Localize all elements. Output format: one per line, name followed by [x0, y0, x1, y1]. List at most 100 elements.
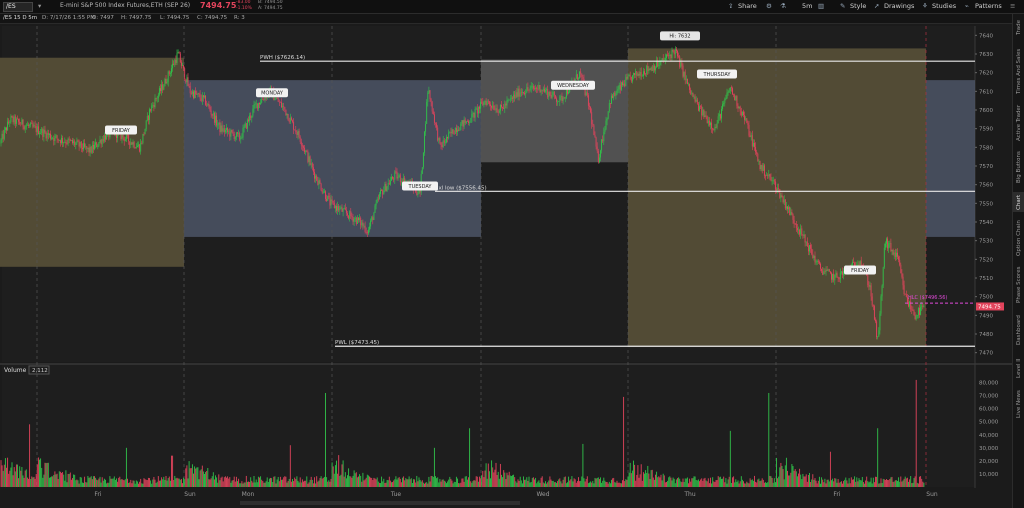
volume-bar [276, 479, 278, 487]
candle-body [821, 268, 823, 272]
candle-body [24, 125, 26, 130]
volume-bar [494, 469, 496, 487]
volume-bar [727, 479, 729, 487]
side-tab-times-and-sales[interactable]: Times And Sales [1013, 42, 1024, 100]
candle-body [689, 83, 691, 90]
volume-bar [589, 482, 590, 487]
volume-bar [605, 481, 607, 487]
candle-body [810, 245, 812, 249]
volume-bar [253, 475, 255, 487]
side-tab-trade[interactable]: Trade [1013, 16, 1024, 38]
side-tab-live-news[interactable]: Live News [1013, 386, 1024, 422]
volume-bar [424, 483, 425, 487]
volume-bar [590, 481, 592, 487]
candle-body [1, 133, 3, 140]
volume-bar [26, 477, 28, 487]
volume-bar [681, 482, 683, 487]
side-tab-dashboard[interactable]: Dashboard [1013, 310, 1024, 350]
volume-bar [106, 483, 108, 487]
candle-body [292, 120, 293, 122]
volume-bar [284, 476, 286, 487]
volume-bar [536, 483, 538, 487]
volume-bar [570, 479, 572, 487]
volume-bar [543, 483, 545, 487]
volume-bar [227, 476, 229, 487]
volume-bar [877, 428, 879, 487]
volume-bar [813, 479, 815, 487]
candle-body [209, 106, 211, 111]
candle-body [30, 122, 32, 126]
candle-body [395, 171, 397, 173]
volume-bar [913, 478, 915, 487]
candle-body [629, 75, 631, 78]
side-tab-chart[interactable]: Chart [1013, 192, 1024, 212]
volume-bar [121, 478, 123, 487]
volume-bar [476, 476, 478, 487]
volume-bar [638, 477, 640, 487]
volume-bar [519, 476, 521, 487]
candle-body [206, 104, 208, 106]
volume-bar [17, 464, 18, 487]
candle-body [766, 175, 768, 176]
candle-body [433, 114, 435, 123]
price-tick-label: 7480 [979, 332, 993, 338]
volume-bar [216, 477, 218, 487]
volume-bar [119, 476, 121, 487]
volume-bar [531, 477, 533, 487]
candle-body [345, 209, 347, 214]
candle-body [604, 129, 606, 133]
candle-body [136, 145, 138, 148]
volume-bar [525, 479, 527, 487]
volume-bar [809, 472, 810, 487]
candle-body [762, 165, 764, 171]
volume-bar [156, 481, 158, 487]
candle-body [355, 217, 357, 224]
candle-body [498, 110, 500, 113]
volume-bar [461, 478, 463, 487]
volume-bar [692, 478, 694, 487]
side-tab-big-buttons[interactable]: Big Buttons [1013, 146, 1024, 188]
volume-bar [853, 479, 854, 487]
volume-bar [331, 462, 333, 487]
candle-body [832, 273, 834, 280]
candle-body [289, 117, 291, 122]
side-tab-level-ii[interactable]: Level II [1013, 354, 1024, 382]
side-tab-active-trader[interactable]: Active Trader [1013, 104, 1024, 142]
volume-bar [694, 476, 696, 487]
volume-bar [341, 464, 343, 487]
candle-body [230, 129, 232, 137]
volume-bar [839, 481, 841, 487]
candle-body [585, 92, 587, 96]
volume-bar [919, 476, 920, 487]
volume-bar [35, 473, 37, 487]
candle-body [453, 133, 455, 135]
volume-bar [59, 471, 61, 487]
candle-body [890, 243, 892, 252]
volume-bar [849, 483, 851, 487]
candle-body [426, 102, 428, 124]
volume-bar [69, 472, 71, 487]
volume-bar [689, 478, 691, 487]
volume-bar [8, 473, 10, 487]
candle-body [325, 191, 326, 199]
volume-bar [403, 476, 405, 487]
volume-bar [686, 477, 688, 487]
side-tab-option-chain[interactable]: Option Chain [1013, 216, 1024, 260]
candle-body [637, 74, 639, 76]
candle-body [592, 124, 594, 126]
volume-bar [230, 482, 232, 487]
side-tab-phase-scores[interactable]: Phase Scores [1013, 264, 1024, 306]
price-chart[interactable]: 7470748074907500751075207530754075507560… [0, 0, 1012, 508]
volume-bar [603, 477, 605, 487]
volume-bar [677, 478, 678, 487]
volume-bar [660, 474, 662, 487]
volume-bar [251, 480, 253, 487]
volume-bar [136, 481, 138, 487]
candle-body [816, 260, 818, 262]
candle-body [89, 146, 91, 153]
volume-bar [24, 470, 26, 487]
candle-body [315, 175, 317, 179]
candle-body [59, 140, 61, 144]
candle-body [529, 88, 531, 91]
candle-body [484, 101, 486, 102]
